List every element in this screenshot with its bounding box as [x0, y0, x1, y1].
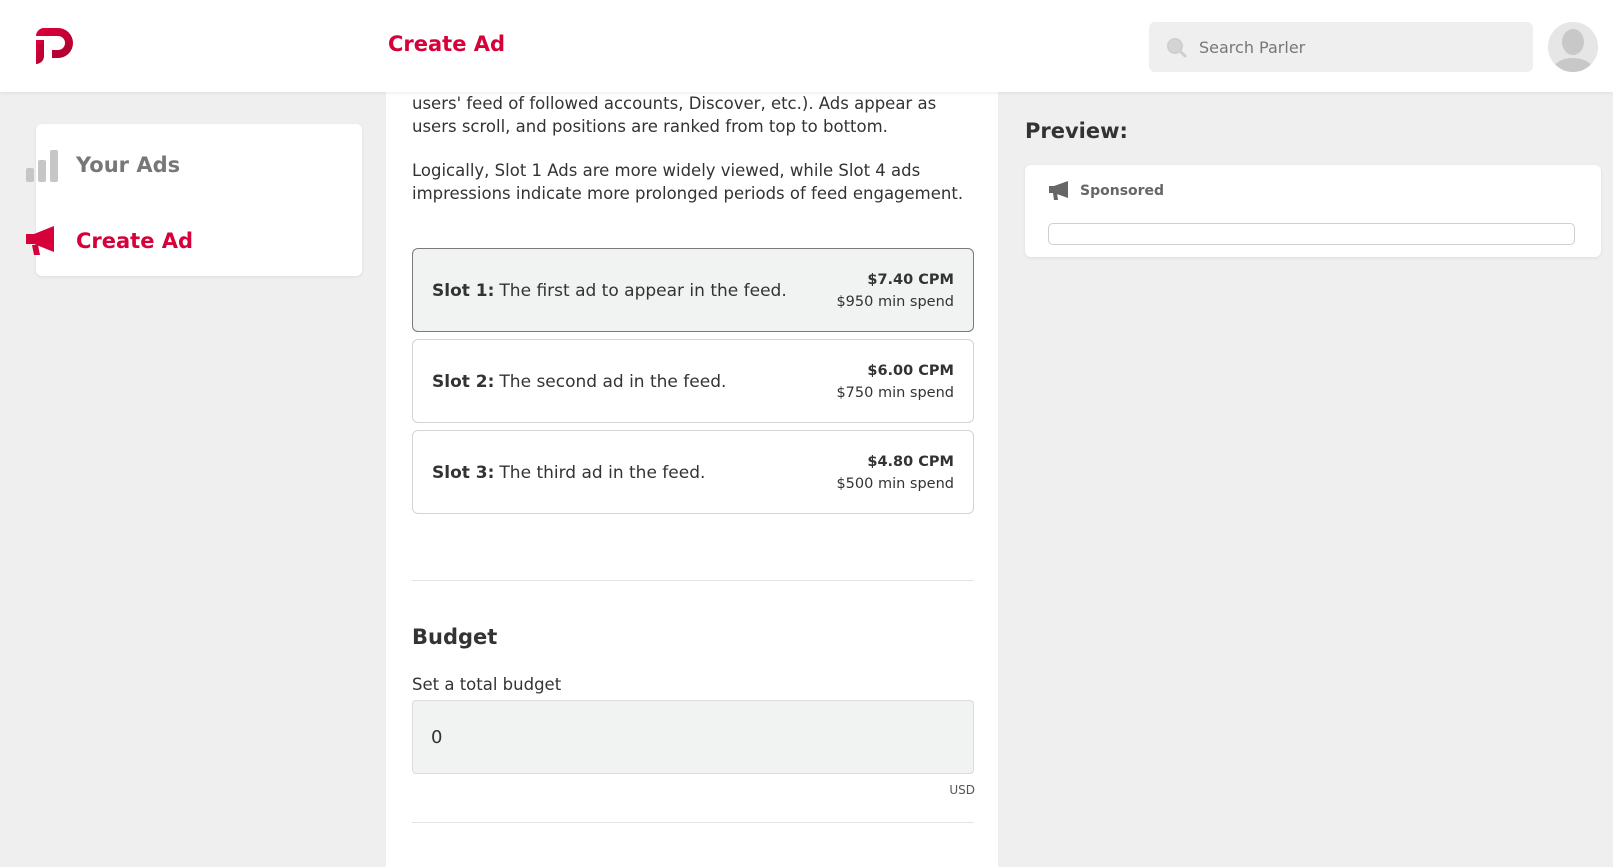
slot-cpm: $6.00 CPM — [867, 363, 954, 379]
section-divider — [412, 822, 974, 823]
slot-name: Slot 3: — [432, 463, 495, 483]
slot-name: Slot 1: — [432, 281, 495, 301]
search-icon — [1165, 36, 1187, 58]
page-title: Create Ad — [388, 32, 506, 56]
slot-cpm: $4.80 CPM — [867, 454, 954, 470]
slot-option-3[interactable]: Slot 3: The third ad in the feed. $4.80 … — [412, 430, 974, 514]
slot-description: The first ad to appear in the feed. — [499, 281, 787, 301]
nav-item-label: Your Ads — [76, 153, 181, 177]
slot-option-2[interactable]: Slot 2: The second ad in the feed. $6.00… — [412, 339, 974, 423]
budget-label: Set a total budget — [412, 675, 562, 694]
user-avatar-icon — [1548, 22, 1598, 72]
section-divider — [412, 580, 974, 581]
bar-chart-icon — [24, 147, 60, 183]
avatar[interactable] — [1548, 22, 1598, 72]
top-header: Create Ad — [0, 0, 1613, 92]
slot-description: The second ad in the feed. — [499, 372, 727, 392]
nav-item-your-ads[interactable]: Your Ads — [24, 145, 180, 185]
parler-logo-icon[interactable] — [34, 26, 76, 66]
megaphone-icon — [24, 223, 60, 259]
intro-paragraph: Logically, Slot 1 Ads are more widely vi… — [412, 161, 964, 203]
slot-min-spend: $950 min spend — [836, 294, 954, 310]
currency-label: USD — [949, 783, 975, 797]
budget-input[interactable] — [412, 700, 974, 774]
slot-min-spend: $500 min spend — [836, 476, 954, 492]
slot-cpm: $7.40 CPM — [867, 272, 954, 288]
preview-content-placeholder — [1048, 223, 1575, 245]
search-box[interactable] — [1149, 22, 1533, 72]
sponsored-tag: Sponsored — [1048, 180, 1164, 202]
intro-paragraph: users' feed of followed accounts, Discov… — [412, 94, 937, 136]
nav-item-label: Create Ad — [76, 229, 194, 253]
megaphone-icon — [1048, 180, 1072, 202]
sponsored-label: Sponsored — [1080, 183, 1165, 199]
slot-option-1[interactable]: Slot 1: The first ad to appear in the fe… — [412, 248, 974, 332]
slot-description: The third ad in the feed. — [499, 463, 706, 483]
budget-heading: Budget — [412, 625, 498, 649]
preview-heading: Preview: — [1025, 119, 1128, 143]
slot-name: Slot 2: — [432, 372, 495, 392]
nav-item-create-ad[interactable]: Create Ad — [24, 221, 193, 261]
slot-min-spend: $750 min spend — [836, 385, 954, 401]
slot-intro-text: users' feed of followed accounts, Discov… — [412, 92, 976, 226]
search-input[interactable] — [1199, 37, 1519, 57]
